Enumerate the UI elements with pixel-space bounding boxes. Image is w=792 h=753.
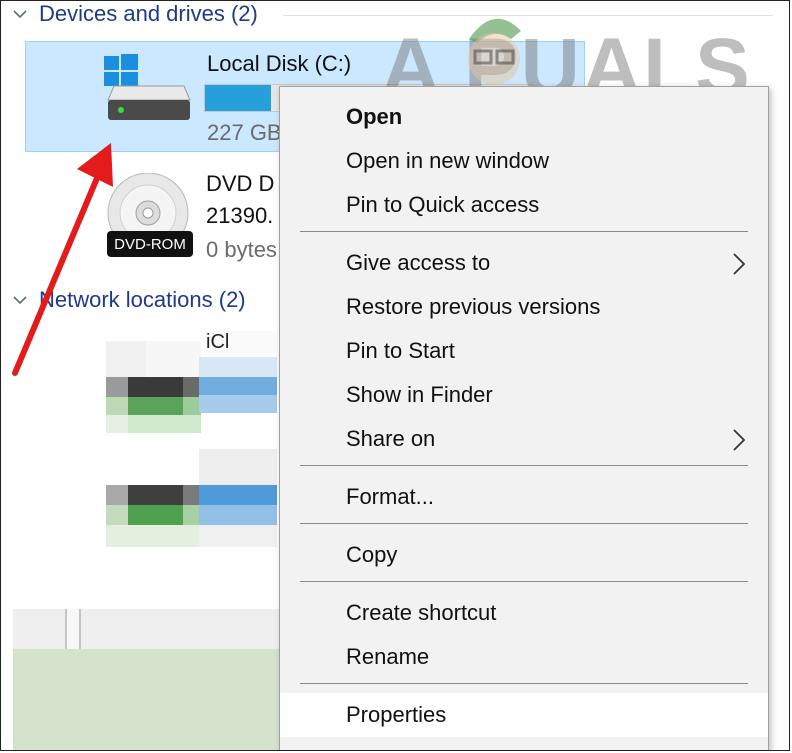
chevron-right-icon [728,427,750,451]
background-strip [13,609,283,649]
menu-item-copy[interactable]: Copy [280,533,768,577]
menu-item-label: Share on [346,426,436,451]
menu-item-give-access-to[interactable]: Give access to [280,241,768,285]
menu-item-label: Give access to [346,250,491,275]
explorer-window: Devices and drives (2) Local Disk (C:) 2… [0,0,790,751]
menu-separator [300,581,748,582]
menu-separator [300,683,748,684]
menu-item-label: Copy [346,542,398,567]
menu-item-restore-previous-versions[interactable]: Restore previous versions [280,285,768,329]
menu-item-label: Create shortcut [346,600,497,625]
background-post [65,609,81,649]
menu-item-create-shortcut[interactable]: Create shortcut [280,591,768,635]
menu-item-label: Format... [346,484,435,509]
menu-item-properties[interactable]: Properties [280,693,768,737]
red-arrow-annotation [12,143,113,376]
menu-item-label: Open [346,104,403,129]
menu-item-rename[interactable]: Rename [280,635,768,679]
background-panel [13,649,283,750]
menu-item-pin-to-start[interactable]: Pin to Start [280,329,768,373]
menu-separator [300,231,748,232]
menu-separator [300,465,748,466]
menu-item-open[interactable]: Open [280,95,768,139]
menu-item-label: Properties [346,702,447,727]
menu-item-share-on[interactable]: Share on [280,417,768,461]
chevron-right-icon [728,251,750,275]
menu-item-label: Pin to Quick access [346,192,540,217]
network-location-item[interactable] [91,449,281,559]
context-menu: Open Open in new window Pin to Quick acces… [279,86,769,750]
menu-item-pin-to-quick-access[interactable]: Pin to Quick access [280,183,768,227]
menu-item-label: Show in Finder [346,382,493,407]
menu-item-label: Open in new window [346,148,550,173]
menu-item-format[interactable]: Format... [280,475,768,519]
menu-item-open-in-new-window[interactable]: Open in new window [280,139,768,183]
menu-item-label: Restore previous versions [346,294,601,319]
menu-separator [300,523,748,524]
menu-item-show-in-finder[interactable]: Show in Finder [280,373,768,417]
menu-item-label: Pin to Start [346,338,455,363]
menu-item-label: Rename [346,644,430,669]
